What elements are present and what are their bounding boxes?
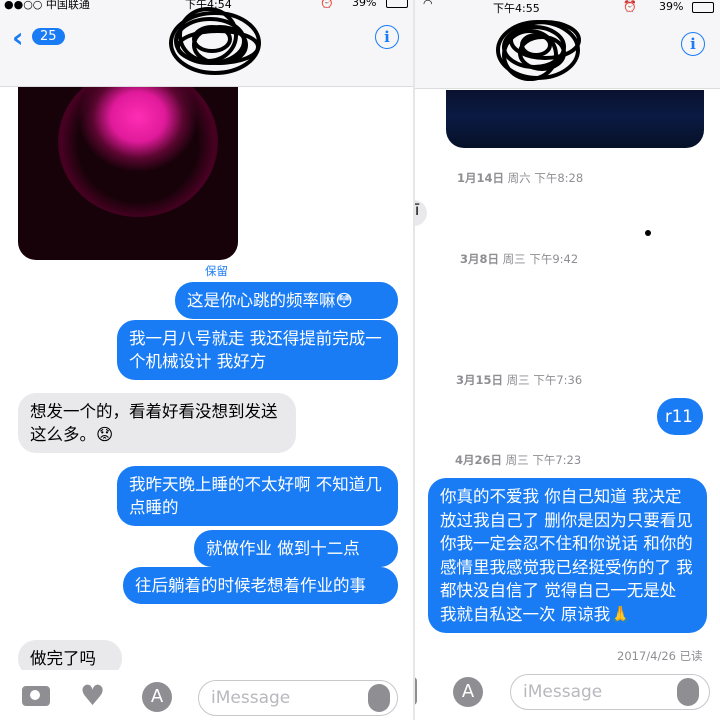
battery-icon — [692, 2, 714, 13]
info-button[interactable]: i — [375, 25, 399, 49]
battery-percent: 39% — [659, 0, 684, 13]
message-bubble-sent[interactable]: r11 — [657, 398, 703, 435]
wifi-icon: ◠ — [423, 0, 433, 10]
battery-percent: 39% — [352, 0, 377, 9]
expand-drawer-icon[interactable] — [415, 677, 417, 705]
timestamp: 3月8日 周三 下午9:42 — [460, 252, 579, 266]
message-bubble-sent[interactable]: 你真的不爱我 你自己知道 我决定放过我自己了 删你是因为只要看见你我一定会忍不住… — [428, 478, 707, 633]
app-store-icon[interactable]: A — [453, 677, 483, 707]
carrier-label: ●●○○ 中国联通 — [4, 0, 90, 11]
partial-bubble-text: ī — [415, 201, 420, 219]
saved-label[interactable]: 保留 — [205, 263, 228, 279]
heart-photo[interactable] — [18, 87, 238, 260]
right-screenshot: ◠ 下午4:55 ⏰ 39% i 1月14日 周六 下午8:28 ī 3月8日 … — [415, 0, 720, 720]
message-bubble-sent[interactable]: 我一月八号就走 我还得提前完成一个机械设计 我好方 — [117, 320, 398, 380]
image-speck — [645, 230, 651, 236]
timestamp: 4月26日 周三 下午7:23 — [455, 453, 582, 467]
message-bubble-received[interactable]: 想发一个的，看着好看没想到发送这么多。😟 — [18, 393, 296, 453]
chevron-left-icon: ‹ — [12, 21, 24, 54]
input-bar: A iMessage — [415, 665, 720, 720]
alarm-icon: ⏰ — [320, 0, 334, 9]
app-store-icon[interactable]: A — [142, 682, 172, 712]
input-bar: ♥ A iMessage — [0, 670, 414, 720]
status-time: 下午4:55 — [493, 2, 540, 15]
message-bubble-sent[interactable]: 这是你心跳的频率嘛😳 — [175, 282, 398, 319]
microphone-icon[interactable] — [677, 678, 699, 706]
status-bar: ◠ 下午4:55 ⏰ 39% — [415, 0, 720, 15]
left-screenshot: ●●○○ 中国联通 下午4:54 ⏰ 39% ‹ 25 i 保留 这是你心跳的频… — [0, 0, 414, 720]
timestamp: 3月15日 周三 下午7:36 — [456, 373, 583, 387]
redaction-scribble — [169, 7, 261, 75]
message-bubble-sent[interactable]: 往后躺着的时候老想着作业的事 — [123, 567, 398, 604]
microphone-icon[interactable] — [368, 684, 390, 712]
timestamp: 1月14日 周六 下午8:28 — [457, 171, 584, 185]
night-sea-photo[interactable] — [446, 90, 704, 148]
battery-icon — [386, 0, 408, 8]
read-receipt: 2017/4/26 已读 — [617, 649, 703, 663]
nav-bar: ◠ 下午4:55 ⏰ 39% i — [415, 0, 720, 89]
info-button[interactable]: i — [681, 32, 705, 56]
message-bubble-sent[interactable]: 我昨天晚上睡的不太好啊 不知道几点睡的 — [117, 466, 398, 526]
photo-glow — [58, 87, 218, 217]
unread-count-badge: 25 — [32, 28, 65, 45]
message-bubble-sent[interactable]: 就做作业 做到十二点 — [194, 530, 398, 567]
nav-bar: ●●○○ 中国联通 下午4:54 ⏰ 39% ‹ 25 i — [0, 0, 414, 87]
camera-lens — [30, 690, 40, 700]
digital-touch-icon[interactable]: ♥ — [80, 682, 105, 710]
redaction-scribble — [496, 20, 581, 81]
camera-icon[interactable] — [22, 686, 50, 706]
alarm-icon: ⏰ — [623, 0, 637, 13]
